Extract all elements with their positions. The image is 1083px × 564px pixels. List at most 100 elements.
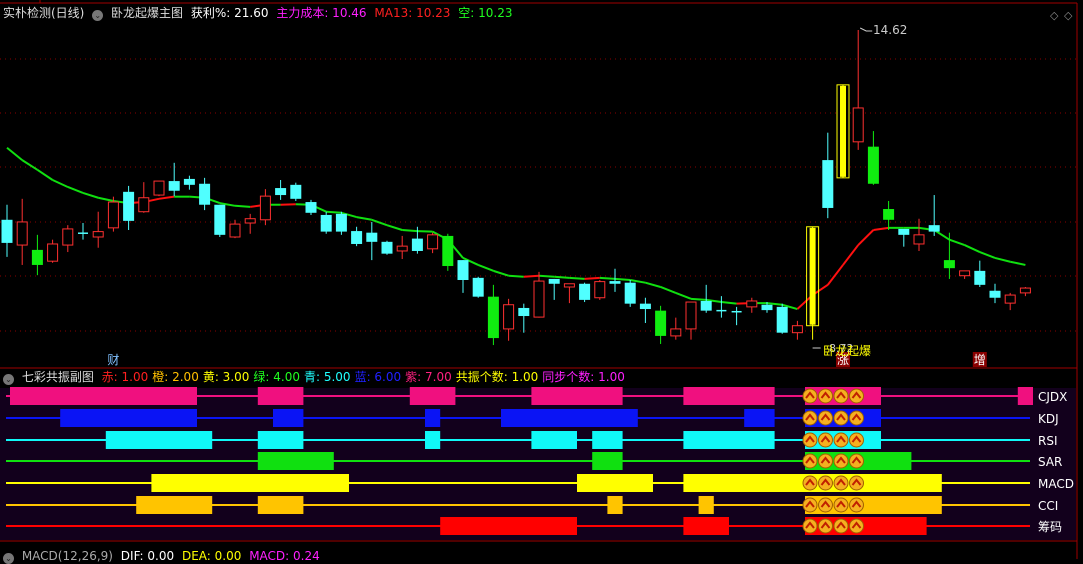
down-candle-body [335, 213, 347, 232]
resonance-badge-icon [833, 410, 849, 426]
resonance-badge-icon [802, 388, 818, 404]
up-candle-body [791, 325, 803, 334]
resonance-bar [577, 474, 653, 492]
up-candle-body [913, 234, 925, 245]
ma13-segment [827, 264, 844, 286]
ma13-segment [52, 179, 69, 188]
down-candle-body [624, 282, 636, 304]
resonance-bar [607, 496, 623, 514]
high-price-label: 14.62 [873, 23, 908, 37]
ma13-segment [630, 279, 646, 284]
down-candle-body [457, 260, 469, 280]
resonance-badge-icon [849, 410, 864, 426]
ma13-segment [842, 244, 859, 266]
down-candle-body [822, 160, 834, 208]
up-candle-body [153, 180, 165, 196]
ma13-segment [873, 226, 889, 231]
up-candle-body [594, 281, 606, 299]
resonance-badge-icon [818, 518, 833, 534]
marker-marker_cai: 财 [107, 353, 119, 367]
resonance-label: 筹码 [1038, 520, 1062, 534]
ma13-segment [67, 186, 84, 194]
down-candle-body [487, 296, 499, 339]
empty-value: 空: 10.23 [458, 6, 513, 20]
resonance-value-7: 共振个数: 1.00 [455, 370, 539, 384]
resonance-label: SAR [1038, 455, 1062, 469]
up-candle-body [1019, 287, 1031, 294]
ma13-segment [280, 203, 296, 206]
markers: 财涨增 [107, 27, 987, 367]
resonance-badge-icon [818, 475, 833, 491]
macd-value: MACD: 0.24 [249, 549, 320, 563]
resonance-value-0: 赤: 1.00 [101, 370, 149, 384]
square-icon[interactable]: ◇ [1064, 9, 1073, 22]
resonance-badge-icon [818, 388, 833, 404]
down-candle-body [898, 228, 910, 235]
ma13-segment [554, 275, 570, 279]
ma13-segment [234, 204, 251, 208]
up-candle-body [959, 270, 971, 277]
macd-indicator-name[interactable]: MACD(12,26,9) [22, 549, 113, 563]
kline-chart[interactable]: CJDX KDJ RSI SAR MACD CCI 筹码 财涨增 ◇ ◇ [0, 0, 1083, 559]
resonance-bar [60, 409, 198, 427]
ma13-segment [326, 210, 342, 214]
down-candle-body [609, 281, 621, 284]
down-candle-body [472, 277, 484, 297]
resonance-value-8: 同步个数: 1.00 [542, 370, 625, 384]
resonance-badge-icon [818, 453, 833, 469]
down-candle-body [305, 202, 317, 213]
ma13-segment [949, 238, 965, 246]
down-candle-body [290, 184, 302, 199]
resonance-badge-icon [849, 518, 864, 534]
up-candle-body [670, 328, 682, 337]
signal-label: 卧龙起爆 [823, 344, 872, 358]
ma13-segment [584, 276, 600, 280]
up-candle-body [47, 243, 59, 262]
resonance-badge-icon [802, 497, 818, 513]
sub-header: ⌄ 七彩共振副图 赤: 1.00 橙: 2.00 黄: 3.00 绿: 4.00 青: … [3, 369, 629, 385]
resonance-bar [744, 409, 775, 427]
ma13-segment [493, 269, 509, 277]
ma13-segment [1009, 260, 1026, 266]
indicator-name[interactable]: 卧龙起爆主图 [111, 6, 183, 20]
ma13-segment [599, 276, 616, 280]
resonance-badge-icon [833, 518, 849, 534]
resonance-badge-icon [818, 432, 833, 448]
collapse-icon[interactable]: ⌄ [92, 10, 104, 21]
resonance-value-6: 紫: 7.00 [405, 370, 452, 384]
collapse-icon[interactable]: ⌄ [3, 374, 14, 385]
resonance-badge-icon [818, 410, 833, 426]
resonance-badge-icon [833, 453, 849, 469]
main-header: 实朴检测(日线) ⌄ 卧龙起爆主图 获利%: 21.60 主力成本: 10.46… [3, 5, 516, 21]
up-candle-body [138, 197, 150, 213]
resonance-badge-icon [802, 518, 818, 534]
down-candle-body [867, 146, 879, 184]
ma13-segment [356, 216, 372, 221]
resonance-bar [257, 452, 334, 470]
resonance-label: CJDX [1038, 390, 1067, 404]
down-candle-body [943, 260, 955, 269]
ma13-segment [158, 195, 175, 200]
down-candle-body [883, 209, 895, 220]
down-candle-body [548, 278, 560, 284]
resonance-bar [531, 387, 623, 405]
up-candle-body [503, 304, 515, 330]
resonance-bar [257, 431, 304, 449]
cost-value: 主力成本: 10.46 [276, 6, 367, 20]
resonance-bar [10, 387, 197, 405]
up-candle-body [396, 245, 408, 252]
down-candle-body [366, 232, 378, 242]
down-candle-body [275, 188, 287, 196]
down-candle-body [974, 270, 986, 285]
marker-marker_zeng: 增 [974, 353, 986, 367]
ma13-segment [21, 159, 38, 171]
resonance-badge-icon [849, 388, 864, 404]
diamond-icon[interactable]: ◇ [1050, 9, 1059, 22]
ma13-segment [97, 196, 114, 202]
resonance-bar [440, 517, 577, 535]
resonance-bar [683, 387, 775, 405]
sub-indicator-name[interactable]: 七彩共振副图 [22, 370, 94, 384]
signal-candle-fill [840, 85, 846, 177]
resonance-bar [531, 431, 577, 449]
ma13-segment [477, 264, 494, 272]
